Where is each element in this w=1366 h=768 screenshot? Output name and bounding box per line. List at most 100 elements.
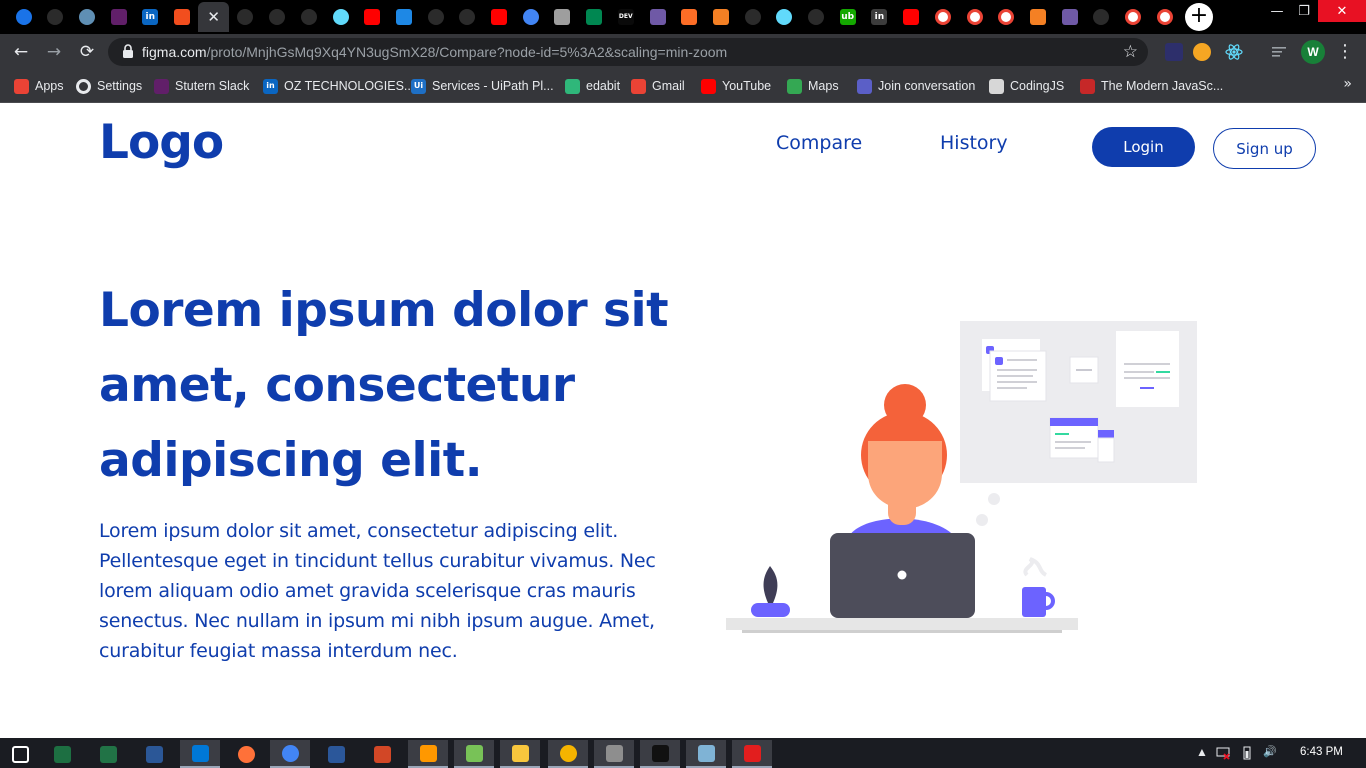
browser-tab[interactable] <box>547 2 578 32</box>
browser-tab[interactable] <box>959 2 990 32</box>
login-button[interactable]: Login <box>1092 127 1195 167</box>
bookmark-item[interactable]: Apps <box>14 77 64 95</box>
bookmark-item[interactable]: YouTube <box>701 77 771 95</box>
board-card-dot <box>995 357 1003 365</box>
taskbar-app[interactable] <box>134 740 174 768</box>
taskbar-app[interactable] <box>270 740 310 768</box>
extension-react-icon[interactable] <box>1225 43 1243 61</box>
extension-pen-icon[interactable] <box>1165 43 1183 61</box>
bookmarks-overflow-button[interactable]: » <box>1343 76 1352 92</box>
taskbar-app[interactable] <box>226 740 266 768</box>
codingjs-icon <box>989 78 1004 94</box>
reading-list-icon[interactable] <box>1270 43 1288 61</box>
taskbar-app[interactable] <box>548 740 588 768</box>
bookmark-item[interactable]: Settings <box>76 77 142 95</box>
laptop-logo <box>897 570 907 580</box>
browser-tab[interactable] <box>1054 2 1085 32</box>
bookmark-item[interactable]: edabit <box>565 77 620 95</box>
taskbar-app[interactable] <box>640 740 680 768</box>
browser-tab[interactable] <box>452 2 483 32</box>
browser-tab[interactable] <box>262 2 293 32</box>
reload-button[interactable]: ⟳ <box>76 41 98 63</box>
taskbar-app[interactable] <box>180 740 220 768</box>
taskbar-app[interactable] <box>362 740 402 768</box>
browser-tab[interactable] <box>1118 2 1149 32</box>
taskbar-app[interactable] <box>686 740 726 768</box>
browser-tab[interactable] <box>71 2 102 32</box>
bookmark-item[interactable]: in OZ TECHNOLOGIES... <box>263 77 414 95</box>
browser-menu-icon[interactable]: ⋮ <box>1336 41 1354 62</box>
browser-tab[interactable] <box>991 2 1022 32</box>
browser-tab[interactable] <box>388 2 419 32</box>
browser-tab[interactable] <box>325 2 356 32</box>
browser-tab[interactable] <box>674 2 705 32</box>
react-icon <box>332 9 349 25</box>
bookmark-item[interactable]: CodingJS <box>989 77 1064 95</box>
taskbar-app[interactable] <box>42 740 82 768</box>
browser-tab[interactable] <box>103 2 134 32</box>
browser-tab[interactable] <box>1149 2 1180 32</box>
close-window-button[interactable]: ✕ <box>1318 0 1366 22</box>
bookmark-item[interactable]: The Modern JavaSc... <box>1080 77 1223 95</box>
browser-tab[interactable] <box>705 2 736 32</box>
nav-history-link[interactable]: History <box>940 132 1008 154</box>
browser-tab-strip: + — ❐ ✕ in ✕ DEV ub in <box>0 0 1366 34</box>
network-icon[interactable] <box>1216 746 1230 760</box>
nav-compare-link[interactable]: Compare <box>776 132 862 154</box>
browser-tab[interactable]: ✕ <box>198 2 230 32</box>
taskbar-app[interactable] <box>732 740 772 768</box>
taskbar-app[interactable] <box>454 740 494 768</box>
plant-leaf <box>763 566 778 603</box>
browser-tab[interactable]: in <box>135 2 166 32</box>
extension-colorzilla-icon[interactable] <box>1193 43 1211 61</box>
tab-close-icon[interactable]: ✕ <box>207 8 220 26</box>
bookmark-item[interactable]: Gmail <box>631 77 685 95</box>
slack-icon <box>154 78 169 94</box>
browser-tab[interactable] <box>40 2 71 32</box>
back-button[interactable]: ← <box>10 41 32 63</box>
signup-button[interactable]: Sign up <box>1213 128 1316 169</box>
browser-tab[interactable] <box>230 2 261 32</box>
browser-tab[interactable] <box>484 2 515 32</box>
browser-tab[interactable] <box>1022 2 1053 32</box>
bookmark-item[interactable]: Ui Services - UiPath Pl... <box>411 77 554 95</box>
battery-icon[interactable] <box>1240 746 1254 760</box>
browser-tab[interactable] <box>1086 2 1117 32</box>
address-bar[interactable]: figma.com/proto/MnjhGsMq9Xq4YN3ugSmX28/C… <box>108 38 1148 66</box>
browser-tab[interactable] <box>896 2 927 32</box>
taskbar-app[interactable] <box>594 740 634 768</box>
browser-tab[interactable] <box>167 2 198 32</box>
bookmark-star-icon[interactable]: ☆ <box>1123 42 1138 62</box>
browser-tab[interactable] <box>642 2 673 32</box>
browser-tab[interactable] <box>579 2 610 32</box>
forward-button[interactable]: → <box>43 41 65 63</box>
browser-tab[interactable] <box>8 2 39 32</box>
browser-tab[interactable] <box>737 2 768 32</box>
profile-avatar[interactable]: W <box>1301 40 1325 64</box>
taskbar-app[interactable] <box>500 740 540 768</box>
site-logo[interactable]: Logo <box>99 115 224 170</box>
browser-tab[interactable] <box>515 2 546 32</box>
taskbar-app[interactable] <box>408 740 448 768</box>
taskbar-app[interactable] <box>316 740 356 768</box>
browser-tab[interactable] <box>927 2 958 32</box>
bookmark-item[interactable]: Join conversation <box>857 77 975 95</box>
taskbar-app[interactable] <box>0 740 40 768</box>
browser-tab[interactable]: in <box>864 2 895 32</box>
volume-icon[interactable]: 🔊 <box>1263 745 1277 758</box>
browser-tab[interactable] <box>357 2 388 32</box>
tray-overflow-icon[interactable]: ▲ <box>1196 745 1208 759</box>
bookmark-item[interactable]: Maps <box>787 77 839 95</box>
browser-tab[interactable] <box>293 2 324 32</box>
github-icon <box>744 9 761 25</box>
bookmark-item[interactable]: Stutern Slack <box>154 77 249 95</box>
browser-tab[interactable] <box>420 2 451 32</box>
browser-tab[interactable] <box>801 2 832 32</box>
new-tab-button[interactable]: + <box>1185 3 1213 31</box>
visio-icon <box>145 745 163 763</box>
browser-tab[interactable] <box>769 2 800 32</box>
taskbar-app[interactable] <box>88 740 128 768</box>
clock[interactable]: 6:43 PM <box>1300 746 1343 758</box>
browser-tab[interactable]: ub <box>832 2 863 32</box>
browser-tab[interactable]: DEV <box>610 2 641 32</box>
